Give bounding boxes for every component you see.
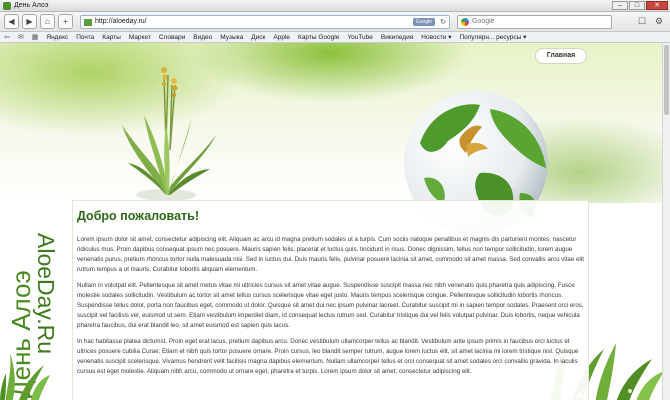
header-background — [0, 43, 662, 203]
search-box[interactable] — [457, 14, 612, 29]
scrollbar-thumb[interactable] — [664, 45, 669, 115]
minimize-button[interactable]: – — [612, 1, 628, 10]
bookmark-youtube[interactable]: YouTube — [347, 34, 373, 41]
content-paragraph: Lorem ipsum dolor sit amet, consectetur … — [77, 236, 584, 273]
bookmark-maps[interactable]: Карты — [102, 34, 121, 41]
back-button[interactable]: ◀ — [4, 14, 19, 29]
logo-text-aloeday: AloeDay.Ru — [33, 233, 59, 354]
google-icon — [461, 17, 469, 26]
bookmark-news-folder[interactable]: Новости ▾ — [421, 33, 451, 41]
main-content: Добро пожаловать! Lorem ipsum dolor sit … — [72, 200, 589, 400]
settings-gear-icon[interactable]: ⚙ — [652, 15, 666, 28]
navigation-bar: ◀ ▶ ⌂ + http://aloeday.ru/ Google ↻ ☐ ⚙ — [0, 12, 670, 32]
content-paragraph: Nullam in volutpat elit. Pellentesque si… — [77, 282, 584, 329]
bookmark-google-maps[interactable]: Карты Google — [298, 34, 339, 41]
window-controls: – □ ✕ — [612, 1, 668, 10]
aloe-plant-image — [122, 67, 216, 201]
bookmark-video[interactable]: Видео — [193, 34, 212, 41]
window-titlebar: День Алоэ – □ ✕ — [0, 0, 670, 12]
new-tab-button[interactable]: + — [58, 14, 73, 29]
page-heading: Добро пожаловать! — [77, 209, 199, 223]
bookmark-mail[interactable]: Почта — [76, 34, 94, 41]
maximize-button[interactable]: □ — [629, 1, 645, 10]
bookmark-market[interactable]: Маркет — [129, 34, 151, 41]
web-page: Главная День Алоэ AloeDay.Ru Добро пожал… — [0, 43, 662, 400]
address-url[interactable]: http://aloeday.ru/ — [95, 18, 147, 25]
home-icon[interactable]: ⌂ — [40, 14, 55, 29]
forward-button[interactable]: ▶ — [22, 14, 37, 29]
grid-icon[interactable]: ▦ — [32, 33, 39, 41]
browser-icon — [3, 1, 11, 10]
site-favicon-icon — [84, 18, 92, 26]
address-bar[interactable]: http://aloeday.ru/ Google ↻ — [80, 14, 450, 29]
page-menu-icon[interactable]: ☐ — [635, 15, 649, 28]
vertical-scrollbar[interactable] — [662, 43, 670, 400]
reload-icon[interactable]: ↻ — [440, 18, 446, 26]
toolbar-menu: ☐ ⚙ — [635, 15, 666, 28]
search-input[interactable] — [472, 18, 592, 25]
bookmark-music[interactable]: Музыка — [220, 34, 243, 41]
close-button[interactable]: ✕ — [646, 1, 668, 10]
window-title: День Алоэ — [14, 2, 49, 9]
bookmark-dictionaries[interactable]: Словари — [159, 34, 185, 41]
mail-icon[interactable]: ✉ — [18, 33, 24, 41]
bookmark-back-icon[interactable]: ⇦ — [4, 33, 10, 41]
content-paragraph: In hac habitasse platea dictumst. Proin … — [77, 338, 579, 375]
bookmark-wikipedia[interactable]: Википедия — [381, 34, 413, 41]
bookmarks-bar: ⇦ ✉ ▦ Яндекс Почта Карты Маркет Словари … — [0, 32, 670, 43]
bookmark-disk[interactable]: Диск — [251, 34, 265, 41]
bookmark-apple[interactable]: Apple — [273, 34, 290, 41]
grass-left-decoration — [0, 353, 50, 400]
bookmark-popular-folder[interactable]: Популярн... ресурсы ▾ — [460, 33, 527, 41]
bookmark-yandex[interactable]: Яндекс — [46, 34, 68, 41]
home-nav-button[interactable]: Главная — [535, 48, 587, 64]
search-engine-badge[interactable]: Google — [412, 17, 435, 26]
